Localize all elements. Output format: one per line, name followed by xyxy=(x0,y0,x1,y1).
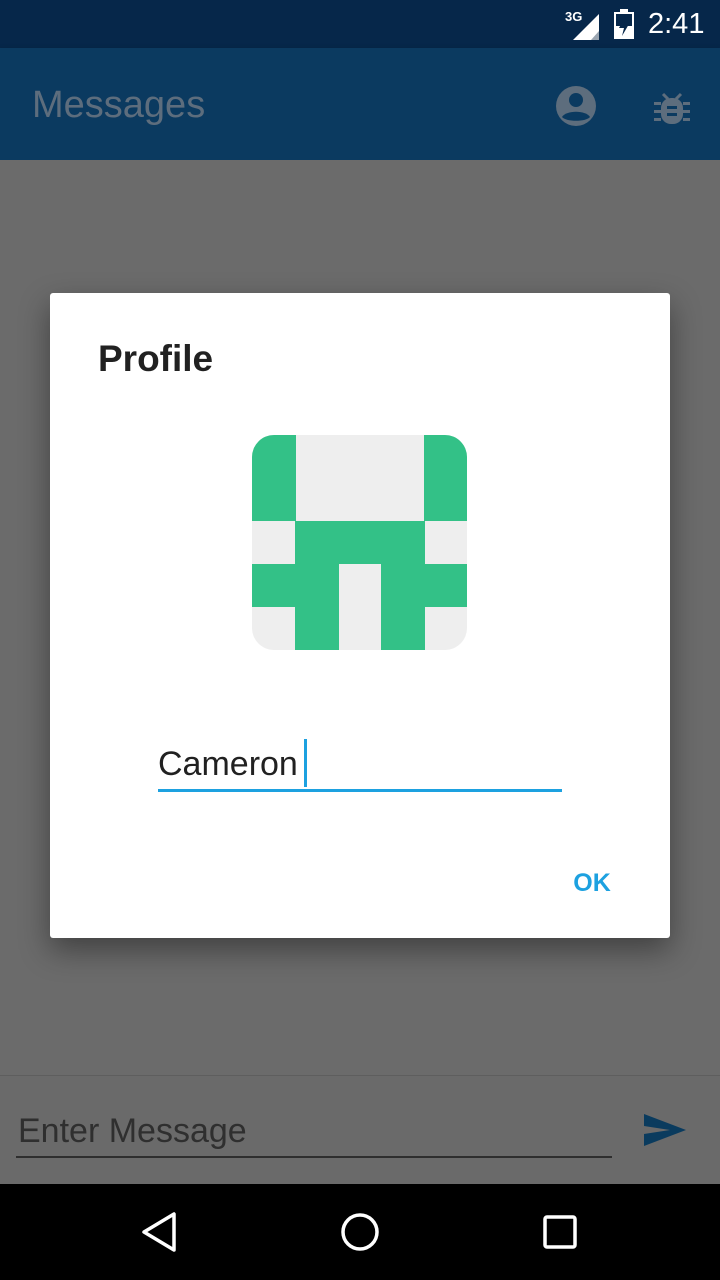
profile-dialog: Profile OK xyxy=(50,293,670,938)
dialog-title: Profile xyxy=(98,338,214,379)
recents-icon[interactable] xyxy=(534,1206,586,1258)
bug-icon[interactable] xyxy=(648,82,696,130)
status-clock: 2:41 xyxy=(648,8,705,40)
system-nav-bar xyxy=(0,1184,720,1280)
message-composer xyxy=(0,1075,720,1185)
back-icon[interactable] xyxy=(134,1206,186,1258)
app-title: Messages xyxy=(32,84,206,126)
app-bar: Messages xyxy=(0,48,720,160)
text-cursor xyxy=(304,739,307,787)
name-field[interactable] xyxy=(158,739,562,792)
profile-avatar[interactable] xyxy=(252,435,467,650)
battery-icon xyxy=(614,9,634,39)
cell-signal-icon: 3G xyxy=(565,10,599,40)
home-icon[interactable] xyxy=(334,1206,386,1258)
network-type-label: 3G xyxy=(565,10,582,24)
message-input[interactable] xyxy=(16,1106,612,1158)
send-icon[interactable] xyxy=(640,1106,688,1154)
ok-button[interactable]: OK xyxy=(550,853,634,913)
status-bar: 3G 2:41 xyxy=(0,0,720,48)
account-circle-icon[interactable] xyxy=(552,82,600,130)
